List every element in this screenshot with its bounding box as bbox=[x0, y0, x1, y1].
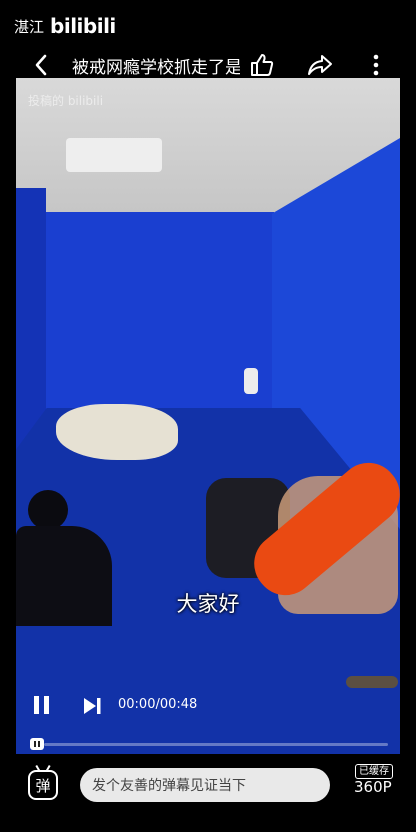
danmaku-toggle[interactable]: 弹 bbox=[28, 770, 58, 800]
video-watermark: 投稿的 bilibili bbox=[28, 94, 104, 108]
video-title: 被戒网瘾学校抓走了是 bbox=[72, 58, 240, 78]
status-location: 湛江 bbox=[14, 17, 45, 36]
cache-badge: 已缓存 bbox=[355, 764, 393, 779]
progress-knob[interactable] bbox=[30, 738, 44, 750]
bottom-bar: 弹 发个友善的弹幕见证当下 已缓存 360P bbox=[0, 756, 416, 832]
progress-bar[interactable] bbox=[44, 743, 388, 746]
skip-next-icon bbox=[84, 698, 101, 714]
thumbs-up-icon bbox=[251, 54, 274, 76]
status-left: 湛江 bilibili bbox=[14, 14, 116, 38]
video-subtitle: 大家好 bbox=[176, 592, 240, 616]
more-vertical-icon bbox=[373, 54, 379, 76]
cloth-pile bbox=[56, 404, 178, 460]
pause-icon bbox=[34, 696, 49, 716]
player-controls: 00:00/00:48 bbox=[16, 690, 400, 754]
quality-button[interactable]: 360P bbox=[354, 778, 392, 796]
bilibili-logo: bilibili bbox=[50, 14, 116, 38]
floor-stick bbox=[346, 676, 398, 688]
chevron-left-icon bbox=[35, 54, 47, 76]
next-button[interactable] bbox=[82, 696, 102, 716]
share-button[interactable] bbox=[306, 50, 334, 80]
time-display: 00:00/00:48 bbox=[118, 697, 198, 712]
bottle bbox=[244, 368, 258, 394]
back-button[interactable] bbox=[28, 50, 54, 80]
share-arrow-icon bbox=[308, 55, 332, 75]
pause-button[interactable] bbox=[34, 696, 52, 716]
video-frame[interactable]: 投稿的 bilibili 大家好 bbox=[16, 78, 400, 754]
danmaku-input[interactable]: 发个友善的弹幕见证当下 bbox=[80, 768, 330, 802]
status-bar: 湛江 bilibili bbox=[0, 0, 416, 44]
air-conditioner bbox=[66, 138, 162, 172]
more-button[interactable] bbox=[364, 50, 388, 80]
dark-object-top bbox=[28, 490, 68, 530]
like-button[interactable] bbox=[248, 50, 276, 80]
